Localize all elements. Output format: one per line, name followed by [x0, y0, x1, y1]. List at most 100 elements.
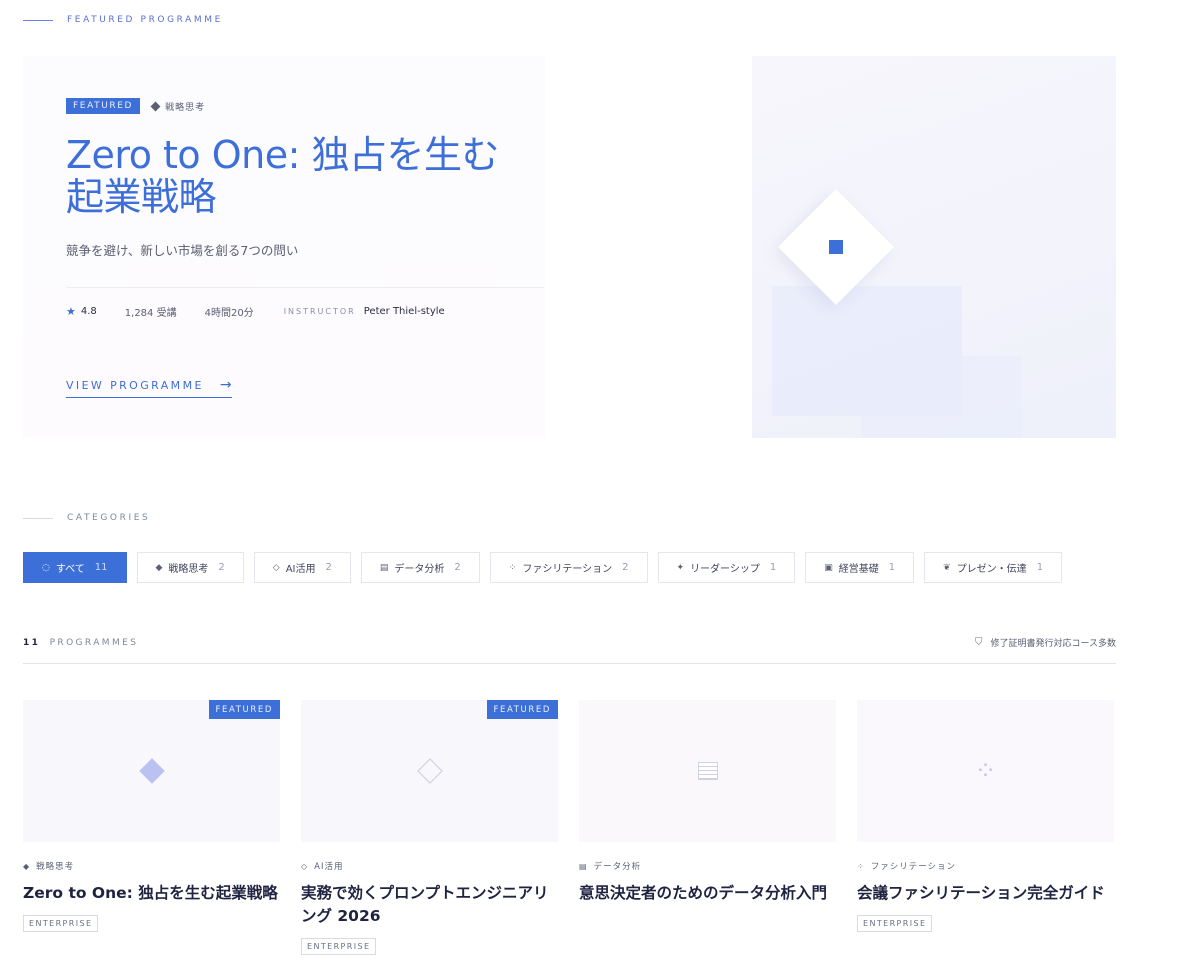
chip-label: リーダーシップ	[690, 564, 760, 575]
chip-label: 戦略思考	[168, 564, 209, 575]
card-title[interactable]: 意思決定者のためのデータ分析入門	[579, 882, 836, 905]
chip-count: 1	[769, 562, 777, 573]
hero-panel: FEATURED 戦略思考 Zero to One: 独占を生む 起業戦略 競争…	[23, 56, 545, 438]
hero-subtitle: 競争を避け、新しい市場を創る7つの問い	[66, 243, 299, 258]
four-dots-icon: ⁘	[857, 861, 865, 871]
chip-count: 1	[888, 562, 896, 573]
programmes-divider	[23, 663, 1116, 664]
view-programme-link[interactable]: VIEW PROGRAMME →	[66, 377, 232, 398]
card-category: ◇ AI活用	[301, 860, 558, 873]
programme-grid: FEATURED ◆ 戦略思考 Zero to One: 独占を生む起業戦略 E…	[23, 700, 1114, 955]
programmes-count: 11 PROGRAMMES	[23, 638, 138, 648]
chip-count: 11	[94, 562, 108, 573]
enterprise-tag: ENTERPRISE	[23, 915, 99, 932]
hero-title[interactable]: Zero to One: 独占を生む 起業戦略	[66, 134, 544, 218]
square-dot-icon	[829, 240, 843, 254]
card-category: ◆ 戦略思考	[23, 860, 280, 873]
diamond-outline-icon: ◇	[272, 562, 280, 573]
lines-icon: ▤	[379, 562, 389, 573]
eyebrow-rule	[23, 19, 53, 21]
card-category-label: ファシリテーション	[870, 862, 957, 872]
chip-label: AI活用	[285, 564, 316, 575]
chip-count: 2	[622, 562, 629, 573]
featured-section-eyebrow: FEATURED PROGRAMME	[23, 15, 223, 25]
hero-title-line1: Zero to One: 独占を生む	[66, 133, 500, 177]
diamond-icon: ◆	[23, 861, 31, 871]
card-title[interactable]: 実務で効くプロンプトエンジニアリング 2026	[301, 882, 558, 928]
card-thumbnail: FEATURED	[301, 700, 558, 842]
square-icon: ▣	[824, 562, 833, 573]
chip-data-analysis[interactable]: ▤ データ分析 2	[360, 552, 480, 583]
hero-meta: ★ 4.8 1,284 受講 4時間20分 INSTRUCTOR Peter T…	[66, 304, 544, 319]
four-dots-icon: ⁘	[508, 562, 517, 573]
card-category-label: 戦略思考	[36, 862, 75, 872]
chip-ai[interactable]: ◇ AI活用 2	[253, 552, 351, 583]
featured-eyebrow-label: FEATURED PROGRAMME	[67, 15, 223, 25]
chip-all[interactable]: ◌ すべて 11	[23, 552, 127, 583]
chip-label: すべて	[55, 564, 85, 575]
featured-badge: FEATURED	[66, 98, 141, 114]
chip-count: 2	[454, 562, 461, 573]
card-category: ▤ データ分析	[579, 860, 836, 873]
categories-section-eyebrow: CATEGORIES	[23, 513, 150, 523]
card-thumbnail: FEATURED	[23, 700, 280, 842]
chip-leadership[interactable]: ✦ リーダーシップ 1	[657, 552, 796, 583]
hero-tags: FEATURED 戦略思考	[66, 98, 544, 114]
hero-visual	[752, 56, 1116, 438]
eyebrow-rule	[23, 517, 53, 519]
chip-label: データ分析	[394, 564, 445, 575]
chip-count: 2	[325, 562, 332, 573]
diamond-outline-icon: ◇	[301, 861, 309, 871]
chip-facilitation[interactable]: ⁘ ファシリテーション 2	[489, 552, 648, 583]
card-thumbnail	[579, 700, 836, 842]
programme-card[interactable]: ⁘ ⁘ ファシリテーション 会議ファシリテーション完全ガイド ENTERPRIS…	[857, 700, 1114, 955]
card-title[interactable]: Zero to One: 独占を生む起業戦略	[23, 882, 280, 905]
featured-hero: FEATURED 戦略思考 Zero to One: 独占を生む 起業戦略 競争…	[23, 56, 1116, 438]
programme-card[interactable]: FEATURED ◇ AI活用 実務で効くプロンプトエンジニアリング 2026 …	[301, 700, 558, 955]
enterprise-tag: ENTERPRISE	[301, 938, 377, 955]
categories-eyebrow-label: CATEGORIES	[67, 513, 151, 523]
chip-label: ファシリテーション	[522, 564, 613, 575]
diamond-icon: ◆	[155, 562, 163, 573]
chip-count: 1	[1036, 562, 1044, 573]
chip-management[interactable]: ▣ 経営基礎 1	[805, 552, 915, 583]
diamond-icon	[138, 758, 165, 784]
card-category: ⁘ ファシリテーション	[857, 860, 1114, 873]
hero-category: 戦略思考	[150, 100, 206, 113]
card-category-label: AI活用	[314, 862, 344, 872]
hero-rating-value: 4.8	[80, 306, 97, 317]
programmes-header: 11 PROGRAMMES ⛉ 修了証明書発行対応コース多数	[23, 636, 1116, 649]
card-category-label: データ分析	[593, 862, 642, 872]
hero-divider	[66, 287, 544, 288]
category-filter-bar: ◌ すべて 11 ◆ 戦略思考 2 ◇ AI活用 2 ▤ データ分析 2 ⁘ フ…	[23, 552, 1063, 583]
programmes-count-number: 11	[23, 637, 41, 648]
instructor-label: INSTRUCTOR	[283, 307, 356, 316]
chip-strategy[interactable]: ◆ 戦略思考 2	[136, 552, 244, 583]
hero-enrollments: 1,284 受講	[124, 308, 177, 319]
sparkle-icon: ✦	[676, 562, 685, 573]
chip-label: 経営基礎	[838, 564, 879, 575]
hero-rating: ★ 4.8	[66, 305, 97, 318]
chip-presentation[interactable]: ❦ プレゼン・伝達 1	[924, 552, 1063, 583]
instructor-name: Peter Thiel-style	[363, 306, 445, 317]
hero-category-label: 戦略思考	[165, 102, 206, 113]
card-thumbnail: ⁘	[857, 700, 1114, 842]
circle-icon: ◌	[42, 562, 50, 573]
hero-title-line2: 起業戦略	[66, 175, 217, 219]
featured-badge: FEATURED	[208, 700, 280, 719]
certificate-note-label: 修了証明書発行対応コース多数	[990, 639, 1116, 649]
programmes-count-label: PROGRAMMES	[49, 637, 139, 648]
lines-icon	[697, 762, 718, 780]
lines-icon: ▤	[579, 861, 588, 871]
programme-card[interactable]: ▤ データ分析 意思決定者のためのデータ分析入門	[579, 700, 836, 955]
hero-visual-shade	[862, 356, 1022, 438]
card-title[interactable]: 会議ファシリテーション完全ガイド	[857, 882, 1114, 905]
star-icon: ★	[66, 305, 76, 318]
featured-badge: FEATURED	[486, 700, 558, 719]
certificate-note: ⛉ 修了証明書発行対応コース多数	[975, 636, 1116, 649]
chip-count: 2	[218, 562, 225, 573]
enterprise-tag: ENTERPRISE	[857, 915, 933, 932]
programme-card[interactable]: FEATURED ◆ 戦略思考 Zero to One: 独占を生む起業戦略 E…	[23, 700, 280, 955]
hero-duration: 4時間20分	[204, 308, 254, 319]
chip-label: プレゼン・伝達	[956, 564, 1027, 575]
